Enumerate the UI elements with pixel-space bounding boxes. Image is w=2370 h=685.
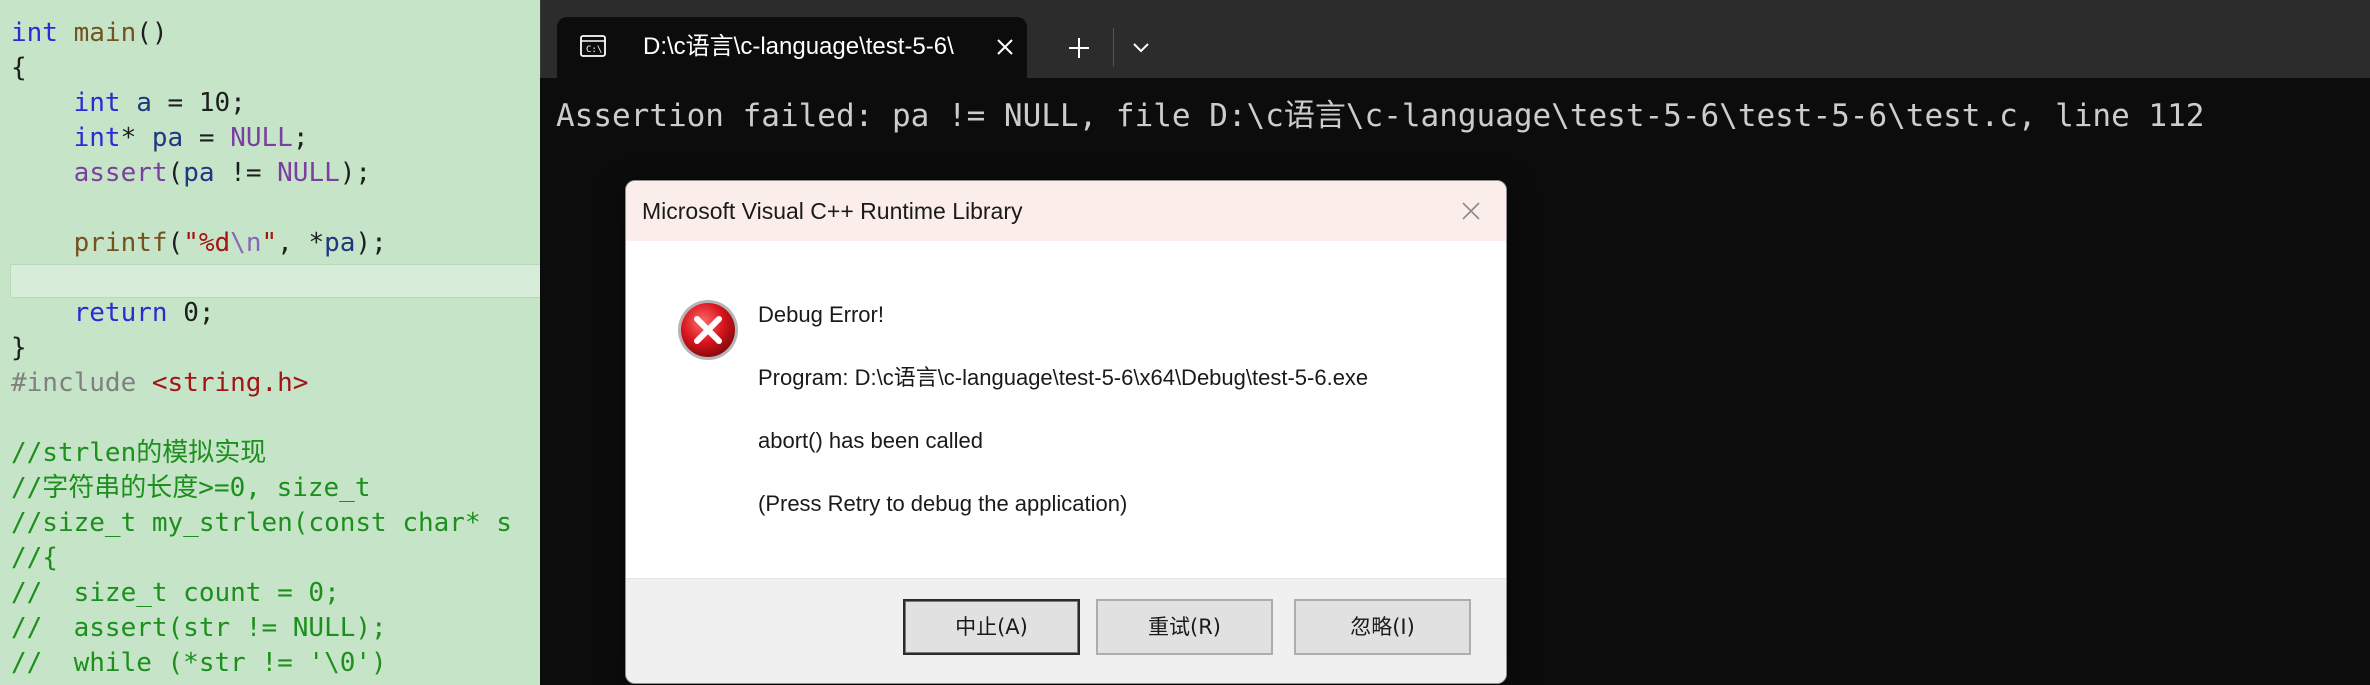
error-dialog: Microsoft Visual C++ Runtime Library Deb… (625, 180, 1507, 684)
code-line: int* pa = NULL; (73, 123, 309, 153)
code-line: //{ (11, 543, 58, 573)
retry-button[interactable]: 重试(R) (1096, 599, 1273, 655)
error-message: abort() has been called (758, 428, 984, 453)
code-line: int main() (11, 18, 168, 48)
close-icon[interactable] (992, 34, 1018, 60)
code-line: #include <string.h> (11, 368, 309, 398)
dialog-title: Microsoft Visual C++ Runtime Library (642, 198, 1023, 224)
code-line: // while (*str != '\0') (11, 648, 387, 678)
code-line: assert(pa != NULL); (73, 158, 372, 188)
code-line: printf("%d\n", *pa); (73, 228, 387, 258)
current-line-highlight (10, 264, 545, 298)
code-line: // size_t count = 0; (11, 578, 340, 608)
code-line: // assert(str != NULL); (11, 613, 387, 643)
terminal-output: Assertion failed: pa != NULL, file D:\c语… (556, 98, 2205, 134)
ignore-button[interactable]: 忽略(I) (1294, 599, 1471, 655)
svg-text:C:\: C:\ (586, 45, 602, 55)
code-editor[interactable]: int main(){ int a = 10; int* pa = NULL; … (0, 0, 545, 685)
code-line: //strlen的模拟实现 (11, 438, 267, 468)
code-line: } (11, 333, 27, 363)
titlebar-divider (1113, 28, 1114, 66)
plus-icon[interactable] (1063, 32, 1095, 64)
code-line: //size_t my_strlen(const char* s (11, 508, 512, 538)
retry-hint: (Press Retry to debug the application) (758, 491, 1128, 516)
terminal-titlebar: C:\ D:\c语言\c-language\test-5-6\ (540, 0, 2370, 78)
chevron-down-icon[interactable] (1126, 36, 1156, 60)
error-heading: Debug Error! (758, 302, 884, 327)
close-icon[interactable] (1458, 198, 1484, 224)
code-line: { (11, 53, 27, 83)
dialog-titlebar[interactable]: Microsoft Visual C++ Runtime Library (626, 181, 1506, 241)
code-line: //字符串的长度>=0, size_t (11, 473, 371, 503)
terminal-tab[interactable]: C:\ D:\c语言\c-language\test-5-6\ (557, 17, 1027, 78)
code-line: int a = 10; (73, 88, 246, 118)
error-icon (678, 300, 738, 360)
code-line: return 0; (73, 298, 215, 328)
terminal-icon: C:\ (580, 35, 606, 57)
abort-button[interactable]: 中止(A) (903, 599, 1080, 655)
tab-title: D:\c语言\c-language\test-5-6\ (643, 33, 954, 60)
program-path: Program: D:\c语言\c-language\test-5-6\x64\… (758, 365, 1369, 390)
